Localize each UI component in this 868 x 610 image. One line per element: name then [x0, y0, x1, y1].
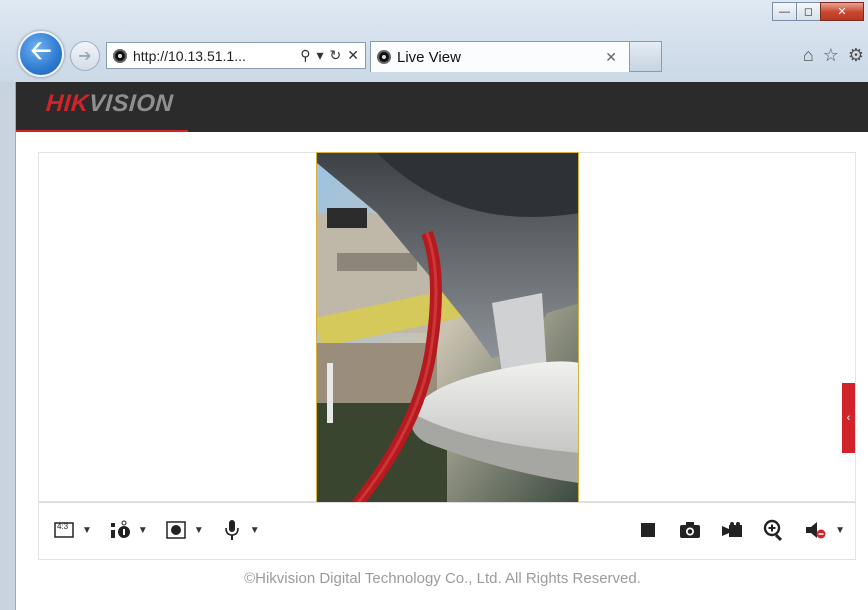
camera-feed-image	[317, 153, 578, 502]
live-view-area: ‹	[38, 152, 856, 503]
aspect-ratio-control[interactable]: 4:3 ▼	[53, 519, 92, 541]
chevron-left-icon: ‹	[846, 412, 851, 424]
arrow-right-icon: ➔	[78, 48, 92, 65]
video-stream[interactable]	[316, 152, 579, 503]
record-icon[interactable]	[721, 519, 743, 541]
dropdown-icon[interactable]: ▾	[317, 47, 324, 64]
web-page: HIKVISION ‹ 4:3 ▼ ▼ ▼ ▼ ▼ ©Hikvision Dig…	[15, 82, 868, 610]
chevron-down-icon: ▼	[137, 524, 148, 536]
chevron-down-icon: ▼	[193, 524, 204, 536]
new-tab-button[interactable]	[630, 41, 662, 72]
address-bar[interactable]: http://10.13.51.1... ⚲ ▾ ↻ ✕	[106, 42, 366, 69]
tab-favicon-icon	[377, 50, 391, 64]
favorites-star-icon[interactable]: ☆	[823, 45, 839, 66]
browser-chrome: — ◻ ✕ 🡠 ➔ http://10.13.51.1... ⚲ ▾ ↻ ✕ L…	[0, 0, 868, 82]
search-icon[interactable]: ⚲	[300, 47, 310, 64]
expand-panel-button[interactable]: ‹	[842, 383, 855, 453]
tab-live-view[interactable]: Live View ✕	[370, 41, 630, 72]
app-header: HIKVISION	[16, 82, 868, 132]
live-view-toolbar: 4:3 ▼ ▼ ▼ ▼ ▼	[38, 502, 856, 560]
audio-muted-icon[interactable]	[805, 519, 827, 541]
plugin-icon	[165, 519, 187, 541]
tab-close-icon[interactable]: ✕	[605, 49, 617, 66]
settings-gear-icon[interactable]: ⚙	[848, 45, 864, 66]
stream-type-control[interactable]: ▼	[109, 519, 148, 541]
site-favicon-icon	[113, 48, 127, 63]
audio-talk-control[interactable]: ▼	[221, 519, 260, 541]
microphone-icon	[221, 519, 243, 541]
window-controls: — ◻ ✕	[772, 2, 864, 21]
maximize-button[interactable]: ◻	[796, 2, 821, 21]
plugin-control[interactable]: ▼	[165, 519, 204, 541]
chevron-down-icon[interactable]: ▼	[835, 525, 845, 536]
address-tools: ⚲ ▾ ↻ ✕	[300, 47, 359, 64]
copyright-footer: ©Hikvision Digital Technology Co., Ltd. …	[244, 570, 641, 587]
address-url[interactable]: http://10.13.51.1...	[133, 48, 300, 64]
stream-type-icon	[109, 519, 131, 541]
toolbar-left: 4:3 ▼ ▼ ▼ ▼	[53, 519, 277, 541]
zoom-in-icon[interactable]	[763, 519, 785, 541]
back-button[interactable]: 🡠	[18, 31, 64, 77]
minimize-button[interactable]: —	[772, 2, 797, 21]
stop-icon[interactable]	[637, 519, 659, 541]
forward-button[interactable]: ➔	[70, 41, 100, 71]
header-accent-line	[16, 130, 188, 132]
browser-right-icons: ⌂ ☆ ⚙	[803, 45, 864, 66]
tab-title: Live View	[397, 48, 461, 66]
logo-text-grey: VISION	[87, 90, 175, 117]
chevron-down-icon: ▼	[82, 524, 92, 536]
stop-load-icon[interactable]: ✕	[347, 47, 359, 64]
logo-text-red: HIK	[45, 90, 90, 117]
refresh-icon[interactable]: ↻	[330, 47, 342, 64]
hikvision-logo: HIKVISION	[45, 90, 174, 118]
camera-icon[interactable]	[679, 519, 701, 541]
aspect-ratio-label: 4:3	[57, 522, 69, 531]
chevron-down-icon: ▼	[249, 524, 260, 536]
close-window-button[interactable]: ✕	[820, 2, 864, 21]
toolbar-right: ▼	[617, 519, 845, 541]
arrow-left-icon: 🡠	[30, 35, 52, 65]
home-icon[interactable]: ⌂	[803, 45, 814, 66]
